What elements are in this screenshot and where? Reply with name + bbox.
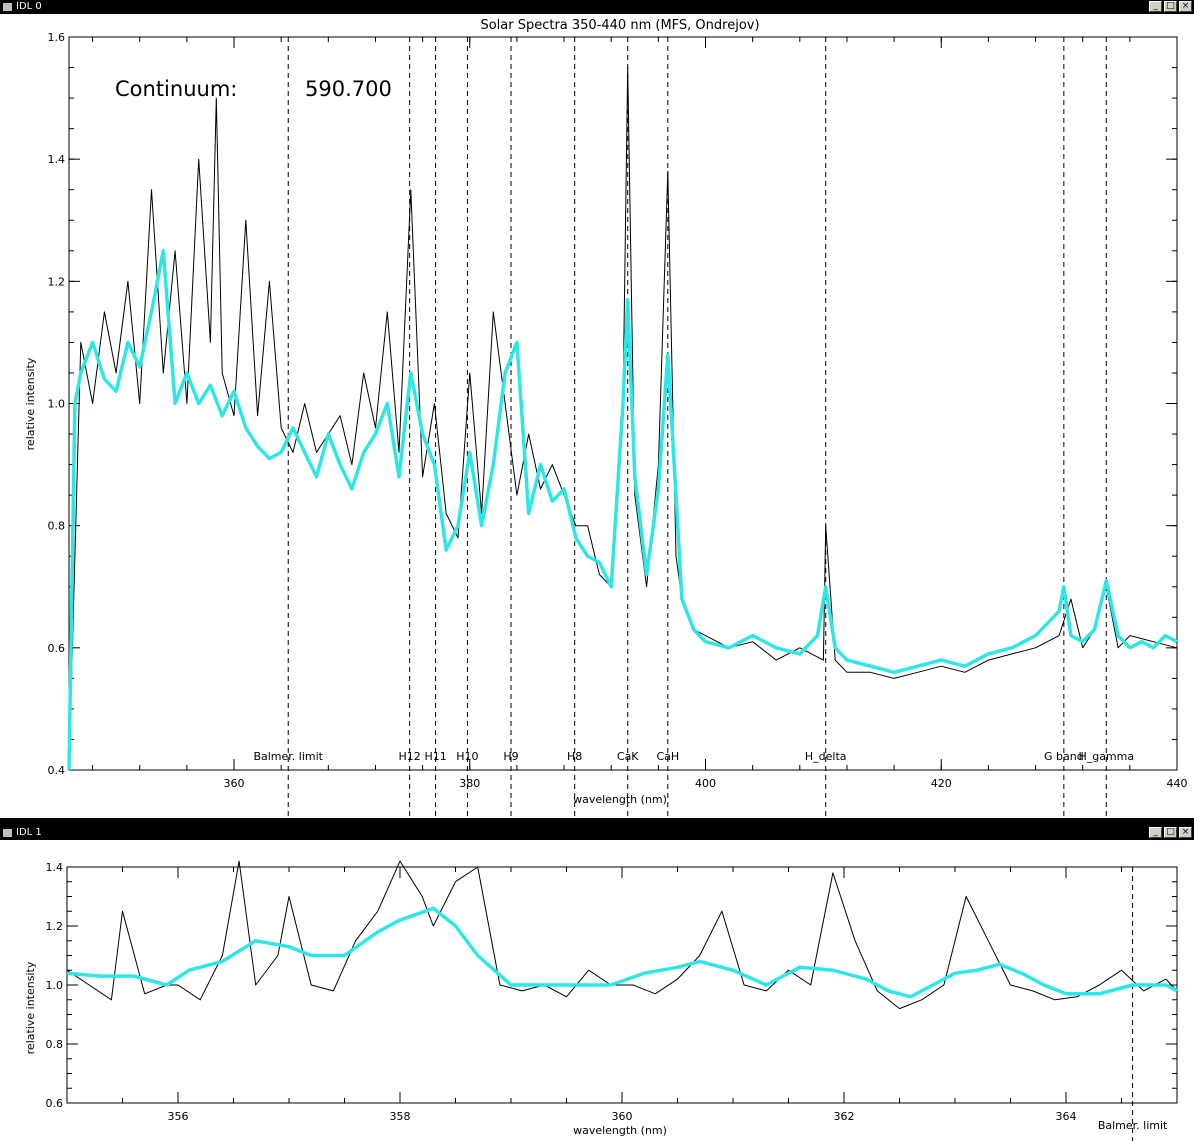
smoothed-spectrum-line xyxy=(67,249,1178,771)
y-tick-label: 0.8 xyxy=(46,1038,64,1051)
window-title: IDL 1 xyxy=(16,827,42,838)
maximize-button[interactable]: □ xyxy=(1164,1,1177,12)
spectral-line-label: H8 xyxy=(567,750,582,763)
y-tick-label: 1.0 xyxy=(46,979,64,992)
minimize-button[interactable]: _ xyxy=(1149,1,1162,12)
close-button[interactable]: × xyxy=(1179,827,1192,838)
x-axis-label: wavelength (nm) xyxy=(573,793,667,806)
idl-app-icon xyxy=(3,3,12,11)
y-tick-label: 1.2 xyxy=(48,275,66,288)
spectral-line-label: Balmer. limit xyxy=(1098,1119,1168,1132)
x-tick-label: 420 xyxy=(931,777,952,790)
y-tick-label: 1.4 xyxy=(46,861,64,874)
spectral-line-label: Balmer. limit xyxy=(253,750,323,763)
idl-window-0: IDL 0 _ □ × Solar Spectra 350-440 nm (MFS,… xyxy=(0,0,1194,818)
y-tick-label: 0.4 xyxy=(48,764,66,777)
y-axis-label: relative intensity xyxy=(24,961,37,1054)
continuum-value: 590.700 xyxy=(305,77,392,101)
continuum-label: Continuum: xyxy=(115,77,237,101)
close-button[interactable]: × xyxy=(1179,1,1192,12)
spectral-line-label: H_gamma xyxy=(1078,750,1134,763)
minimize-button[interactable]: _ xyxy=(1149,827,1162,838)
y-tick-label: 0.6 xyxy=(46,1097,64,1110)
x-tick-label: 362 xyxy=(834,1110,855,1123)
x-tick-label: 360 xyxy=(612,1110,633,1123)
idl-window-1: IDL 1 _ □ × wavelength (nm) relative inten… xyxy=(0,826,1194,1141)
x-tick-label: 400 xyxy=(695,777,716,790)
spectral-line-label: H11 xyxy=(424,750,446,763)
y-tick-label: 1.4 xyxy=(48,153,66,166)
x-tick-label: 380 xyxy=(459,777,480,790)
y-tick-label: 1.6 xyxy=(48,31,66,44)
window-separator xyxy=(0,818,1194,826)
raw-spectrum-line xyxy=(66,860,1178,1010)
spectral-line-label: H12 xyxy=(399,750,421,763)
y-tick-label: 1.0 xyxy=(48,398,66,411)
chart-title: Solar Spectra 350-440 nm (MFS, Ondrejov) xyxy=(480,18,759,33)
spectral-line-label: CaH xyxy=(656,750,679,763)
x-tick-label: 358 xyxy=(390,1110,411,1123)
maximize-button[interactable]: □ xyxy=(1164,827,1177,838)
x-tick-label: 360 xyxy=(224,777,245,790)
x-tick-label: 440 xyxy=(1167,777,1188,790)
x-tick-label: 356 xyxy=(168,1110,189,1123)
y-tick-label: 1.2 xyxy=(46,920,64,933)
solar-spectrum-chart: Solar Spectra 350-440 nm (MFS, Ondrejov)… xyxy=(24,18,1188,817)
x-tick-label: 364 xyxy=(1056,1110,1077,1123)
y-tick-label: 0.6 xyxy=(48,642,66,655)
spectral-line-label: CaK xyxy=(617,750,639,763)
idl-app-icon xyxy=(3,829,12,837)
spectral-line-label: H_delta xyxy=(805,750,847,763)
zoomed-spectrum-chart: wavelength (nm) relative intensity 356 35… xyxy=(24,860,1178,1141)
window-titlebar[interactable]: IDL 1 _ □ × xyxy=(0,826,1194,840)
window-titlebar[interactable]: IDL 0 _ □ × xyxy=(0,0,1194,14)
window-title: IDL 0 xyxy=(16,1,42,12)
y-tick-label: 0.8 xyxy=(48,520,66,533)
smoothed-spectrum-line xyxy=(66,906,1178,999)
spectral-line-label: H9 xyxy=(503,750,518,763)
x-axis-label: wavelength (nm) xyxy=(573,1124,667,1137)
spectral-line-label: H10 xyxy=(456,750,478,763)
y-axis-label: relative intensity xyxy=(24,357,37,450)
